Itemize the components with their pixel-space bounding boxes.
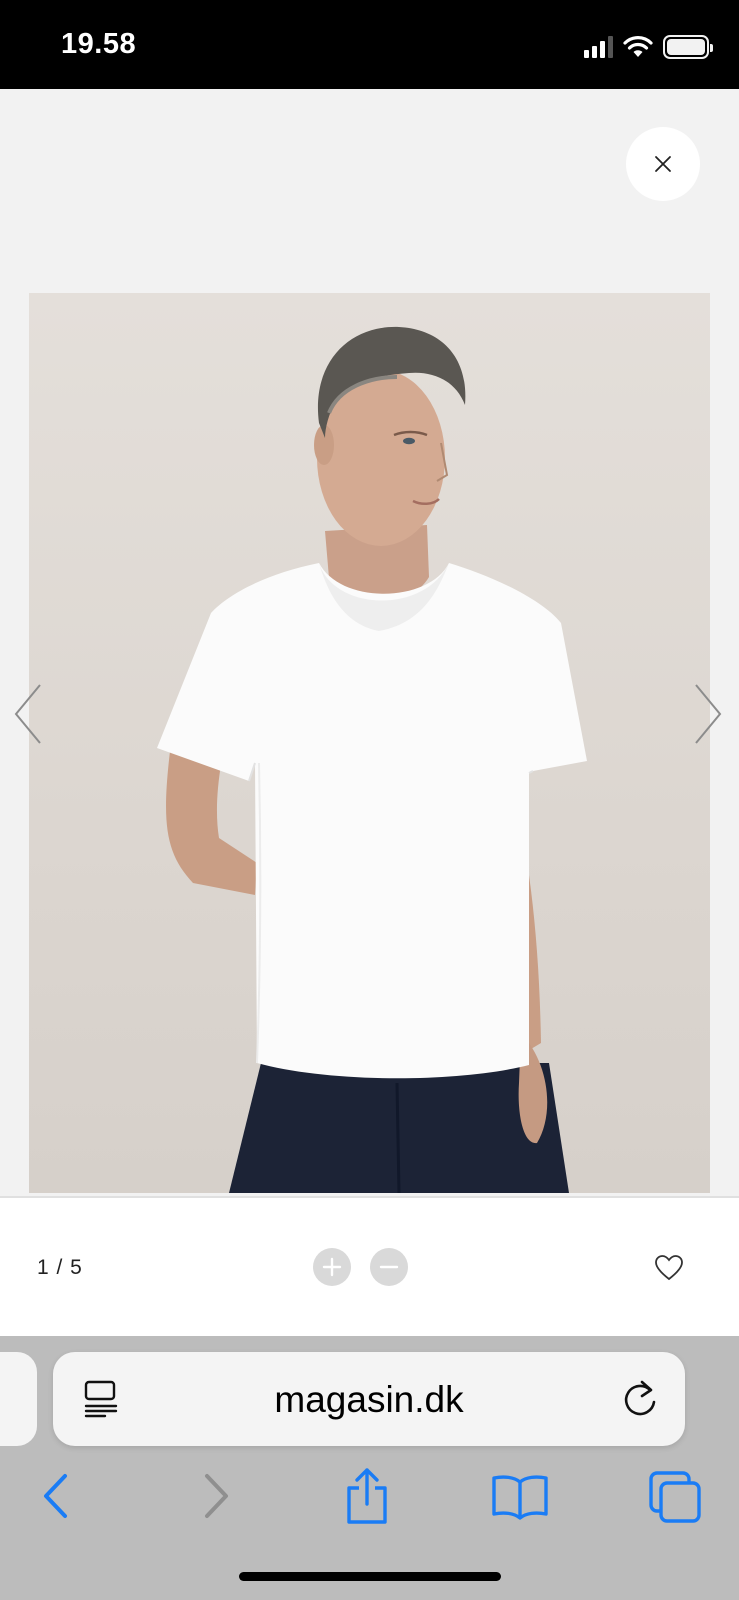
close-button[interactable] [626, 127, 700, 201]
bookmarks-button[interactable] [490, 1466, 550, 1526]
cellular-signal-icon [584, 36, 613, 58]
minus-icon [379, 1265, 399, 1269]
forward-button[interactable] [196, 1466, 236, 1526]
browser-bottom-bar: magasin.dk [0, 1336, 739, 1600]
favorite-button[interactable] [654, 1254, 684, 1282]
zoom-in-button[interactable] [313, 1248, 351, 1286]
back-button[interactable] [36, 1466, 76, 1526]
heart-icon [655, 1255, 683, 1281]
battery-icon [663, 35, 713, 59]
wifi-icon [623, 36, 653, 57]
chevron-left-icon [14, 684, 41, 744]
url-text[interactable]: magasin.dk [53, 1379, 685, 1421]
share-button[interactable] [342, 1466, 392, 1526]
plus-icon [322, 1257, 342, 1277]
status-bar: 19.58 [0, 0, 739, 89]
previous-image-button[interactable] [10, 679, 50, 749]
close-icon [655, 156, 671, 172]
tabs-icon [649, 1471, 701, 1523]
product-image[interactable] [29, 293, 710, 1193]
image-gallery [0, 89, 739, 1196]
share-icon [347, 1468, 387, 1524]
bookmarks-icon [492, 1475, 548, 1520]
next-image-button[interactable] [690, 679, 730, 749]
gallery-controls: 1 / 5 [0, 1196, 739, 1336]
status-time: 19.58 [61, 28, 137, 60]
address-bar[interactable]: magasin.dk [53, 1352, 685, 1446]
home-indicator [239, 1572, 501, 1581]
product-photo [157, 326, 587, 1193]
image-counter: 1 / 5 [37, 1256, 83, 1279]
forward-icon [205, 1474, 228, 1518]
reload-icon[interactable] [620, 1378, 660, 1420]
zoom-out-button[interactable] [370, 1248, 408, 1286]
previous-tab-preview[interactable] [0, 1352, 37, 1446]
chevron-right-icon [695, 684, 722, 744]
tabs-button[interactable] [646, 1466, 704, 1526]
back-icon [44, 1474, 67, 1518]
status-icons [584, 34, 713, 60]
